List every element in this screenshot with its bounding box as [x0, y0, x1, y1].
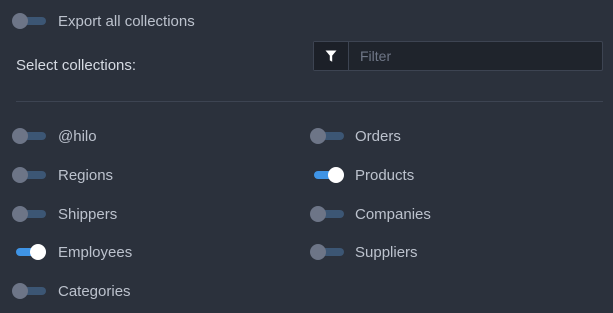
collection-toggle-companies[interactable]: [310, 205, 346, 223]
toggle-knob: [12, 128, 28, 144]
collection-label-suppliers: Suppliers: [355, 244, 418, 261]
select-collections-label: Select collections:: [16, 57, 137, 74]
toggle-knob: [310, 128, 326, 144]
collection-toggle-employees[interactable]: [12, 243, 48, 261]
toggle-knob: [12, 13, 28, 29]
filter-input[interactable]: [349, 42, 602, 70]
toggle-knob: [310, 244, 326, 260]
collection-label-shippers: Shippers: [58, 206, 118, 223]
toggle-knob: [328, 167, 344, 183]
toggle-knob: [12, 206, 28, 222]
toggle-knob: [30, 244, 46, 260]
collection-label-orders: Orders: [355, 128, 401, 145]
collection-toggle-regions[interactable]: [12, 166, 48, 184]
export-all-label: Export all collections: [58, 13, 195, 30]
divider: [16, 101, 603, 102]
filter-field: [313, 41, 603, 71]
toggle-knob: [12, 167, 28, 183]
collection-label-employees: Employees: [58, 244, 133, 261]
collection-toggle-suppliers[interactable]: [310, 243, 346, 261]
collection-label-regions: Regions: [58, 167, 114, 184]
collection-toggle-categories[interactable]: [12, 282, 48, 300]
collection-toggle-shippers[interactable]: [12, 205, 48, 223]
collection-label-hilo: @hilo: [58, 128, 97, 145]
filter-funnel-icon[interactable]: [314, 42, 349, 70]
export-all-toggle[interactable]: [12, 12, 48, 30]
toggle-knob: [310, 206, 326, 222]
collection-label-categories: Categories: [58, 283, 131, 300]
collection-label-products: Products: [355, 167, 415, 184]
collection-toggle-orders[interactable]: [310, 127, 346, 145]
toggle-knob: [12, 283, 28, 299]
collection-toggle-hilo[interactable]: [12, 127, 48, 145]
collection-toggle-products[interactable]: [310, 166, 346, 184]
collection-label-companies: Companies: [355, 206, 431, 223]
